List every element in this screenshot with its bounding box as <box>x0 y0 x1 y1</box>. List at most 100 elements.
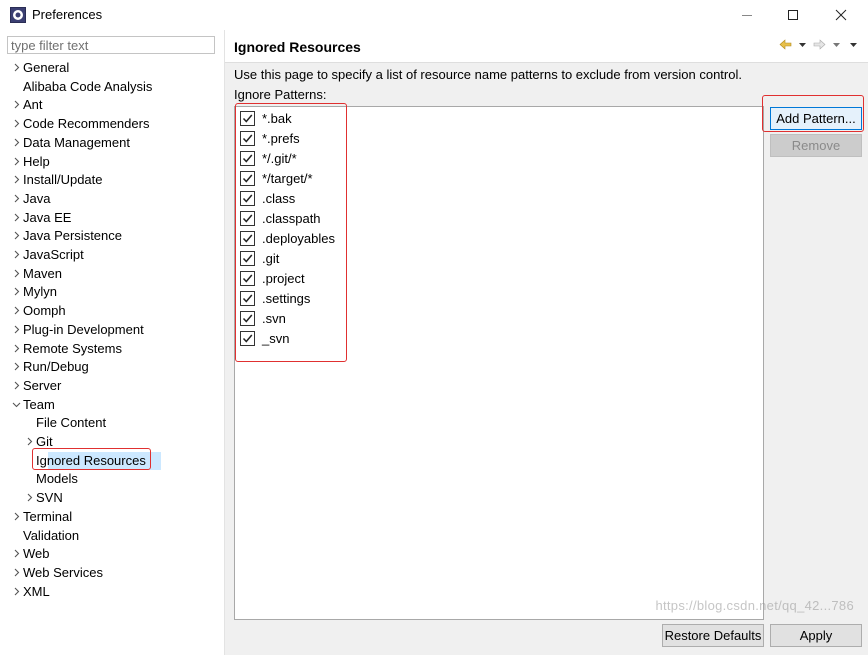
tree-item-java-persistence[interactable]: Java Persistence <box>23 226 122 245</box>
tree-item-oomph[interactable]: Oomph <box>23 301 66 320</box>
pattern-checkbox[interactable] <box>240 250 255 266</box>
pattern-checkbox[interactable] <box>240 331 255 347</box>
tree-item-remote-systems[interactable]: Remote Systems <box>23 339 122 358</box>
tree-item-java[interactable]: Java <box>23 189 50 208</box>
tree-item-general[interactable]: General <box>23 58 69 77</box>
pattern-item[interactable]: .svn <box>240 309 286 329</box>
chevron-right-icon[interactable] <box>12 208 22 227</box>
tree-item-run-debug[interactable]: Run/Debug <box>23 357 89 376</box>
chevron-right-icon[interactable] <box>12 58 22 77</box>
add-pattern-button[interactable]: Add Pattern... <box>770 107 862 130</box>
chevron-right-icon[interactable] <box>12 226 22 245</box>
tree-item-git[interactable]: Git <box>36 432 53 451</box>
tree-item-terminal[interactable]: Terminal <box>23 507 72 526</box>
tree-item-xml[interactable]: XML <box>23 582 50 601</box>
chevron-right-icon[interactable] <box>12 170 22 189</box>
restore-defaults-button[interactable]: Restore Defaults <box>662 624 764 647</box>
chevron-right-icon[interactable] <box>12 133 22 152</box>
tree-item-web-services[interactable]: Web Services <box>23 563 103 582</box>
minimize-button[interactable] <box>724 0 770 30</box>
pattern-label: .classpath <box>262 210 321 226</box>
chevron-right-icon[interactable] <box>12 339 22 358</box>
ignore-patterns-label: Ignore Patterns: <box>234 87 327 102</box>
pattern-item[interactable]: */.git/* <box>240 148 297 168</box>
filter-input[interactable] <box>7 36 215 54</box>
tree-item-javascript[interactable]: JavaScript <box>23 245 84 264</box>
pattern-item[interactable]: *.bak <box>240 108 292 128</box>
chevron-right-icon[interactable] <box>25 488 35 507</box>
pattern-checkbox[interactable] <box>240 130 255 146</box>
chevron-right-icon[interactable] <box>12 245 22 264</box>
forward-dropdown-icon[interactable] <box>830 38 843 51</box>
pattern-item[interactable]: .classpath <box>240 208 321 228</box>
pattern-checkbox[interactable] <box>240 230 255 246</box>
close-button[interactable] <box>818 0 864 30</box>
tree-item-mylyn[interactable]: Mylyn <box>23 282 57 301</box>
pattern-checkbox[interactable] <box>240 190 255 206</box>
view-menu-icon[interactable] <box>847 38 860 51</box>
tree-item-models[interactable]: Models <box>36 469 78 488</box>
close-icon <box>835 9 847 21</box>
chevron-right-icon[interactable] <box>12 189 22 208</box>
chevron-right-icon[interactable] <box>12 563 22 582</box>
pattern-item[interactable]: .deployables <box>240 228 335 248</box>
tree-item-plug-in-development[interactable]: Plug-in Development <box>23 320 144 339</box>
chevron-right-icon[interactable] <box>12 582 22 601</box>
chevron-right-icon[interactable] <box>12 376 22 395</box>
back-arrow-icon[interactable] <box>779 38 792 51</box>
pattern-item[interactable]: .git <box>240 248 279 268</box>
tree-item-code-recommenders[interactable]: Code Recommenders <box>23 114 149 133</box>
tree-item-file-content[interactable]: File Content <box>36 413 106 432</box>
pattern-checkbox[interactable] <box>240 210 255 226</box>
pattern-checkbox[interactable] <box>240 311 255 326</box>
pattern-checkbox[interactable] <box>240 150 255 166</box>
remove-button[interactable]: Remove <box>770 134 862 157</box>
tree-item-help[interactable]: Help <box>23 152 50 171</box>
check-icon <box>242 294 253 303</box>
chevron-right-icon[interactable] <box>12 357 22 376</box>
tree-item-svn[interactable]: SVN <box>36 488 63 507</box>
pattern-item[interactable]: */target/* <box>240 168 313 188</box>
tree-item-ant[interactable]: Ant <box>23 95 43 114</box>
apply-button[interactable]: Apply <box>770 624 862 647</box>
pattern-checkbox[interactable] <box>240 110 255 126</box>
pattern-item[interactable]: .class <box>240 188 295 208</box>
tree-item-team[interactable]: Team <box>23 395 55 414</box>
chevron-right-icon[interactable] <box>12 114 22 133</box>
pattern-checkbox[interactable] <box>240 290 255 306</box>
chevron-right-icon[interactable] <box>12 95 22 114</box>
tree-item-alibaba-code-analysis[interactable]: Alibaba Code Analysis <box>23 77 152 96</box>
pattern-label: .git <box>262 250 280 266</box>
tree-item-java-ee[interactable]: Java EE <box>23 208 71 227</box>
maximize-button[interactable] <box>770 0 816 30</box>
tree-item-ignored-resources[interactable]: Ignored Resources <box>36 451 146 470</box>
check-icon <box>242 274 253 283</box>
chevron-right-icon[interactable] <box>12 152 22 171</box>
pattern-item[interactable]: .project <box>240 268 305 288</box>
chevron-right-icon[interactable] <box>25 432 35 451</box>
tree-item-server[interactable]: Server <box>23 376 61 395</box>
chevron-right-icon[interactable] <box>12 544 22 563</box>
chevron-right-icon[interactable] <box>12 507 22 526</box>
pattern-checkbox[interactable] <box>240 170 255 186</box>
pattern-label: .project <box>262 270 305 286</box>
chevron-down-icon[interactable] <box>12 395 22 414</box>
pattern-item[interactable]: *.prefs <box>240 128 300 148</box>
ignore-patterns-list[interactable]: *.bak *.prefs */.git/* */target/* .class .cla… <box>234 106 764 620</box>
pattern-checkbox[interactable] <box>240 270 255 286</box>
chevron-right-icon[interactable] <box>12 320 22 339</box>
tree-item-data-management[interactable]: Data Management <box>23 133 130 152</box>
tree-item-web[interactable]: Web <box>23 544 50 563</box>
pattern-item[interactable]: .settings <box>240 288 310 308</box>
tree-item-maven[interactable]: Maven <box>23 264 62 283</box>
pattern-label: .settings <box>262 290 311 306</box>
chevron-right-icon[interactable] <box>12 301 22 320</box>
page-header: Ignored Resources <box>225 30 868 63</box>
tree-item-validation[interactable]: Validation <box>23 526 79 545</box>
back-dropdown-icon[interactable] <box>796 38 809 51</box>
chevron-right-icon[interactable] <box>12 264 22 283</box>
tree-item-install-update[interactable]: Install/Update <box>23 170 103 189</box>
pattern-item[interactable]: _svn <box>240 329 289 349</box>
forward-arrow-icon[interactable] <box>813 38 826 51</box>
chevron-right-icon[interactable] <box>12 282 22 301</box>
